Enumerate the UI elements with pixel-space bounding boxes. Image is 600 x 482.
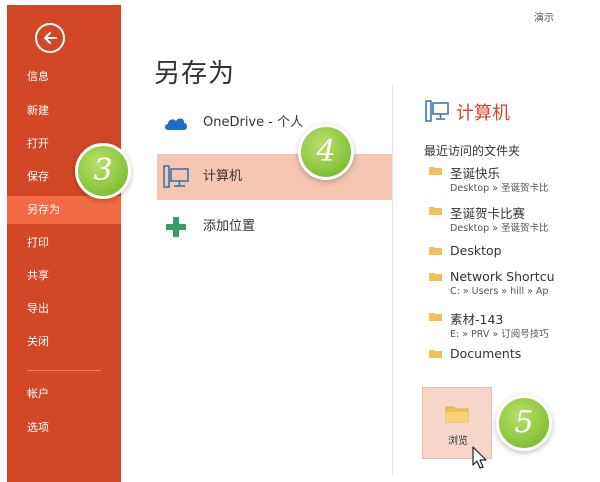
sidebar-item-share[interactable]: 共享: [7, 262, 121, 290]
folder-path: E: » PRV » 订阅号技巧: [450, 329, 549, 340]
plus-icon: [166, 217, 186, 237]
sidebar-item-export[interactable]: 导出: [7, 295, 121, 323]
recent-folders-heading: 最近访问的文件夹: [424, 144, 521, 158]
folder-name: Documents: [450, 346, 522, 361]
recent-folder-item[interactable]: 圣诞贺卡比赛 Desktop » 圣诞贺卡比: [429, 203, 554, 237]
panel-title: 计算机: [456, 103, 510, 124]
computer-icon: [163, 165, 189, 188]
folder-icon: [429, 273, 442, 281]
place-label: 计算机: [203, 169, 243, 184]
folder-path: Desktop » 圣诞贺卡比: [450, 223, 549, 234]
recent-folders-list: 圣诞快乐 Desktop » 圣诞贺卡比 圣诞贺卡比赛 Desktop » 圣诞…: [429, 160, 554, 370]
folder-icon: [429, 167, 442, 175]
sidebar-divider: [27, 370, 101, 371]
back-button[interactable]: [35, 23, 65, 53]
backstage-sidebar: 信息 新建 打开 保存 另存为 打印 共享 导出 关闭 帐户 选项: [7, 5, 121, 482]
step-badge-4: 4: [298, 124, 354, 180]
folder-path: Desktop » 圣诞贺卡比: [450, 183, 549, 194]
sidebar-item-account[interactable]: 帐户: [7, 380, 121, 408]
place-label: 添加位置: [203, 219, 256, 234]
folder-name: Network Shortcu: [450, 269, 554, 284]
folder-icon: [429, 313, 442, 321]
mouse-cursor-icon: [472, 446, 487, 469]
folder-path: C: » Users » hill » Ap: [450, 286, 549, 297]
place-label: OneDrive - 个人: [203, 115, 304, 130]
place-add-location[interactable]: 添加位置: [157, 204, 392, 250]
folder-icon: [429, 207, 442, 215]
browse-label: 浏览: [448, 436, 468, 447]
place-onedrive[interactable]: OneDrive - 个人: [157, 100, 392, 146]
panel-divider: [392, 85, 393, 475]
recent-folder-item[interactable]: Desktop: [429, 243, 554, 261]
sidebar-item-options[interactable]: 选项: [7, 414, 121, 442]
cloud-icon: [165, 118, 187, 130]
sidebar-item-print[interactable]: 打印: [7, 229, 121, 257]
recent-folder-item[interactable]: 素材-143 E: » PRV » 订阅号技巧: [429, 309, 554, 343]
app-title: 演示: [534, 13, 554, 24]
folder-icon: [429, 350, 442, 358]
step-badge-3: 3: [75, 143, 131, 199]
sidebar-item-save-as[interactable]: 另存为: [7, 196, 121, 224]
folder-icon: [429, 247, 442, 255]
folder-icon: [445, 406, 469, 423]
recent-folder-item[interactable]: Network Shortcu C: » Users » hill » Ap: [429, 269, 554, 303]
back-arrow-icon: [44, 32, 57, 44]
computer-icon: [425, 100, 449, 122]
sidebar-item-close[interactable]: 关闭: [7, 328, 121, 356]
sidebar-item-new[interactable]: 新建: [7, 97, 121, 125]
page-title: 另存为: [154, 59, 236, 89]
place-computer[interactable]: 计算机: [157, 154, 392, 200]
recent-folder-item[interactable]: Documents: [429, 346, 554, 364]
folder-name: Desktop: [450, 243, 502, 258]
recent-folder-item[interactable]: 圣诞快乐 Desktop » 圣诞贺卡比: [429, 163, 554, 197]
backstage-window: 信息 新建 打开 保存 另存为 打印 共享 导出 关闭 帐户 选项 演示 另存为…: [0, 0, 600, 482]
step-badge-5: 5: [496, 395, 552, 451]
sidebar-item-info[interactable]: 信息: [7, 63, 121, 91]
